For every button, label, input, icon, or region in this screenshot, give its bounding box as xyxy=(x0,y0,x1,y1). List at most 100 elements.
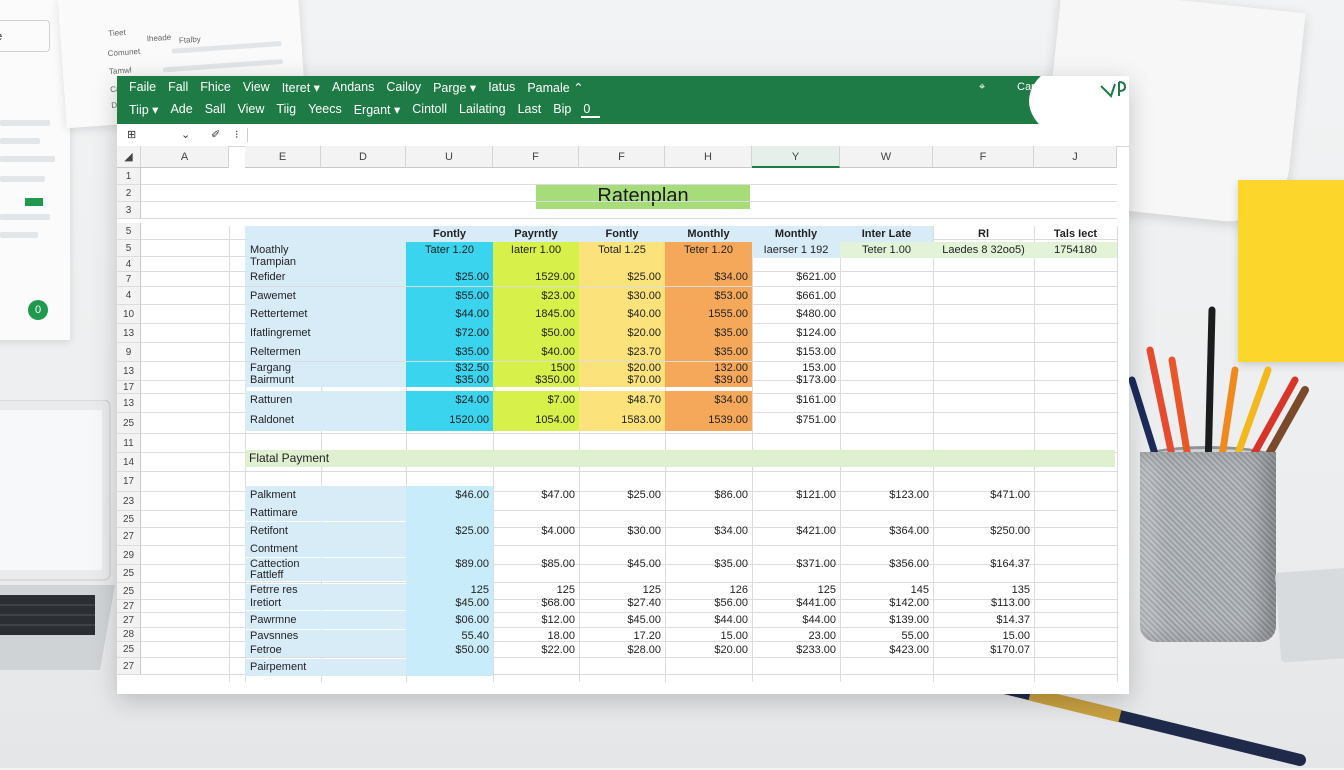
data-cell[interactable]: $471.00 xyxy=(933,486,1034,505)
data-cell[interactable] xyxy=(579,541,665,557)
menu-item[interactable]: Iteret ▾ xyxy=(280,80,330,95)
menu-item[interactable]: Cailoy xyxy=(384,80,431,95)
data-cell[interactable]: $480.00 xyxy=(752,305,840,324)
pin-icon[interactable]: ⌖ xyxy=(979,81,985,94)
row-header[interactable]: 4 xyxy=(117,257,141,272)
row-header[interactable]: 25 xyxy=(117,511,141,528)
ribbon-tab[interactable]: Sall xyxy=(203,102,236,118)
row-header[interactable]: 29 xyxy=(117,546,141,565)
data-cell[interactable] xyxy=(933,659,1034,676)
data-cell[interactable]: 125 xyxy=(752,584,840,596)
data-cell[interactable]: 125 xyxy=(493,584,579,596)
window-restore-icon[interactable] xyxy=(1059,82,1069,93)
data-cell[interactable] xyxy=(840,570,933,581)
data-cell[interactable] xyxy=(406,541,493,557)
data-cell[interactable]: $30.00 xyxy=(579,522,665,541)
row-header[interactable]: 3 xyxy=(117,202,141,219)
data-cell[interactable] xyxy=(665,541,752,557)
chevron-down-icon[interactable]: ⌄ xyxy=(181,128,190,141)
data-cell[interactable]: $72.00 xyxy=(406,324,493,343)
data-cell[interactable] xyxy=(933,505,1034,521)
ribbon-tab[interactable]: Yeecs xyxy=(306,102,352,118)
menu-item[interactable]: Fall xyxy=(166,80,198,95)
data-cell[interactable]: $250.00 xyxy=(933,522,1034,541)
column-header[interactable]: H xyxy=(665,146,752,168)
data-cell[interactable]: $48.70 xyxy=(579,391,665,410)
data-cell[interactable] xyxy=(579,257,665,268)
data-cell[interactable]: $20.00 xyxy=(665,643,752,657)
data-cell[interactable]: 18.00 xyxy=(493,630,579,643)
data-cell[interactable]: $25.00 xyxy=(579,486,665,505)
column-header[interactable]: E xyxy=(245,146,321,168)
menu-item[interactable]: View xyxy=(241,80,280,95)
data-cell[interactable]: $34.00 xyxy=(665,268,752,286)
data-cell[interactable]: 55.40 xyxy=(406,630,493,643)
row-header[interactable]: 17 xyxy=(117,381,141,394)
ribbon-tab[interactable]: Bip xyxy=(551,102,581,118)
data-cell[interactable]: 55.00 xyxy=(840,630,933,643)
data-cell[interactable]: $34.00 xyxy=(665,391,752,410)
row-header[interactable]: 17 xyxy=(117,472,141,492)
row-header[interactable]: 9 xyxy=(117,343,141,362)
data-cell[interactable]: $350.00 xyxy=(493,374,579,387)
data-cell[interactable] xyxy=(406,505,493,521)
data-cell[interactable]: 1555.00 xyxy=(665,305,752,324)
data-cell[interactable]: $751.00 xyxy=(752,410,840,431)
data-cell[interactable] xyxy=(665,570,752,581)
row-header[interactable]: 28 xyxy=(117,628,141,642)
row-header[interactable]: 25 xyxy=(117,583,141,600)
data-cell[interactable]: 125 xyxy=(406,584,493,596)
data-cell[interactable]: $47.00 xyxy=(493,486,579,505)
data-cell[interactable] xyxy=(579,570,665,581)
data-cell[interactable] xyxy=(665,659,752,676)
data-cell[interactable] xyxy=(752,659,840,676)
data-cell[interactable] xyxy=(493,570,579,581)
data-cell[interactable]: $170.07 xyxy=(933,643,1034,657)
data-cell[interactable]: $421.00 xyxy=(752,522,840,541)
data-cell[interactable]: $661.00 xyxy=(752,287,840,305)
data-cell[interactable]: $27.40 xyxy=(579,596,665,610)
data-cell[interactable]: $113.00 xyxy=(933,596,1034,610)
ribbon-tab[interactable]: Lailating xyxy=(457,102,516,118)
column-header[interactable]: A xyxy=(141,146,229,168)
data-cell[interactable]: $25.00 xyxy=(406,522,493,541)
row-header[interactable]: 1 xyxy=(117,168,141,185)
data-cell[interactable]: $40.00 xyxy=(579,305,665,324)
row-header[interactable]: 27 xyxy=(117,613,141,628)
data-cell[interactable]: $30.00 xyxy=(579,287,665,305)
data-cell[interactable]: $233.00 xyxy=(752,643,840,657)
data-cell[interactable] xyxy=(840,505,933,521)
column-header[interactable]: F xyxy=(493,146,579,168)
data-cell[interactable]: $23.00 xyxy=(493,287,579,305)
data-cell[interactable] xyxy=(406,257,493,268)
data-cell[interactable]: $44.00 xyxy=(665,611,752,629)
data-cell[interactable]: $35.00 xyxy=(665,324,752,343)
row-header[interactable]: 10 xyxy=(117,305,141,324)
ribbon-tab[interactable]: Cintoll xyxy=(410,102,457,118)
menu-item[interactable]: Iatus xyxy=(486,80,525,95)
menu-item[interactable]: Pamale ⌃ xyxy=(525,80,593,95)
data-cell[interactable]: $34.00 xyxy=(665,522,752,541)
row-header[interactable]: 25 xyxy=(117,565,141,583)
data-cell[interactable] xyxy=(406,570,493,581)
data-cell[interactable] xyxy=(752,570,840,581)
data-cell[interactable]: $173.00 xyxy=(752,374,840,387)
data-cell[interactable]: $40.00 xyxy=(493,343,579,361)
ribbon-tab[interactable]: Ade xyxy=(168,102,202,118)
data-cell[interactable]: 1539.00 xyxy=(665,410,752,431)
ribbon-tab-active[interactable]: 0 xyxy=(581,102,601,118)
menu-item[interactable]: Andans xyxy=(330,80,384,95)
data-cell[interactable]: $20.00 xyxy=(579,324,665,343)
ribbon-tab[interactable]: View xyxy=(236,102,275,118)
data-cell[interactable]: 126 xyxy=(665,584,752,596)
data-cell[interactable] xyxy=(493,505,579,521)
data-cell[interactable]: $50.00 xyxy=(406,643,493,657)
data-cell[interactable] xyxy=(840,659,933,676)
data-cell[interactable]: $121.00 xyxy=(752,486,840,505)
row-header[interactable]: 27 xyxy=(117,658,141,675)
data-cell[interactable] xyxy=(752,257,840,268)
data-cell[interactable] xyxy=(493,659,579,676)
more-icon[interactable]: ⁝ xyxy=(235,128,239,141)
data-cell[interactable]: $55.00 xyxy=(406,287,493,305)
data-cell[interactable]: $124.00 xyxy=(752,324,840,343)
